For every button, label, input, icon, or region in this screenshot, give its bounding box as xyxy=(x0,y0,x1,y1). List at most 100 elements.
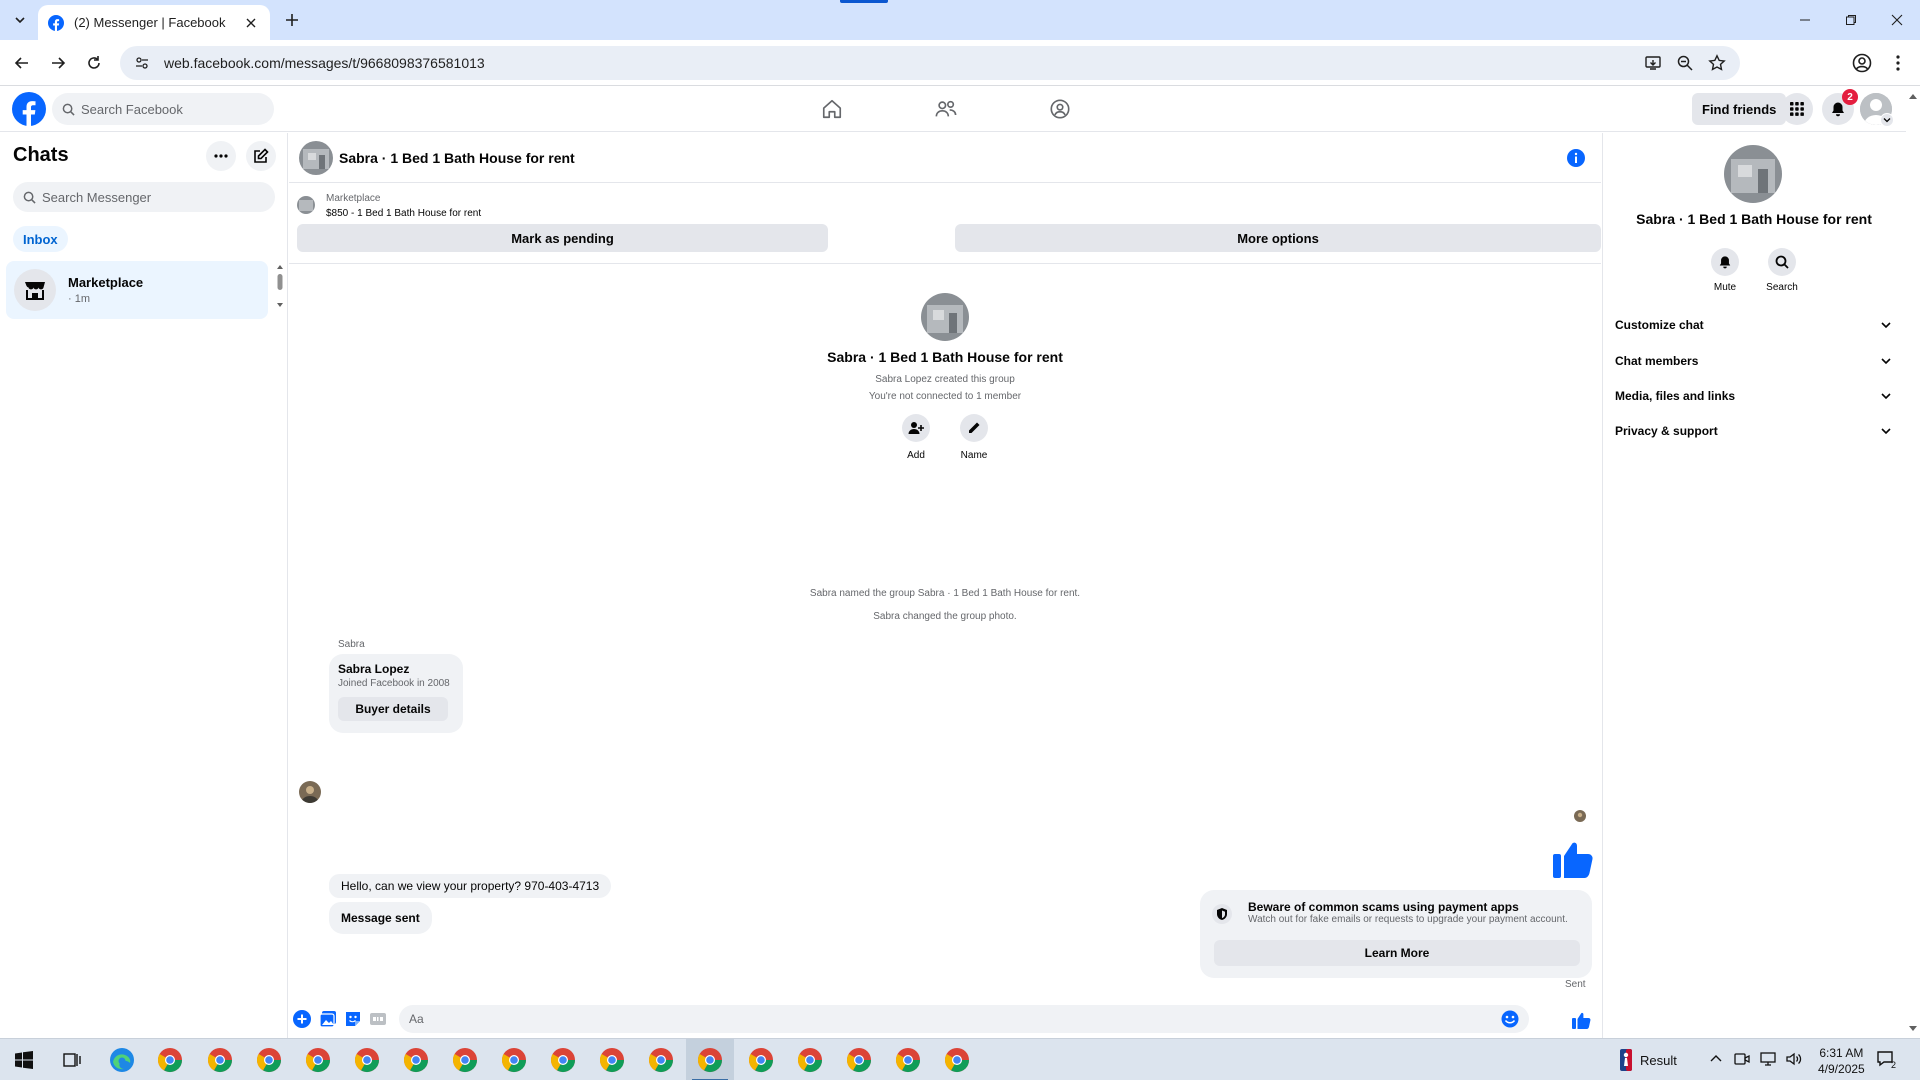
thumbs-up-like-icon[interactable] xyxy=(1551,836,1595,880)
url-text[interactable]: web.facebook.com/messages/t/966809837658… xyxy=(164,55,485,71)
chrome-profile-icon[interactable] xyxy=(737,1039,785,1080)
back-arrow-icon[interactable] xyxy=(10,51,34,75)
chrome-canary-icon[interactable] xyxy=(146,1039,194,1080)
windows-start-icon[interactable] xyxy=(0,1039,48,1080)
chrome-profile-icon[interactable] xyxy=(539,1039,587,1080)
chrome-profile-icon[interactable] xyxy=(588,1039,636,1080)
find-friends-button[interactable]: Find friends xyxy=(1692,93,1787,125)
browser-menu-kebab-icon[interactable] xyxy=(1886,51,1910,75)
name-label: Name xyxy=(960,450,988,461)
more-options-button[interactable]: More options xyxy=(955,224,1601,252)
minimize-icon[interactable] xyxy=(1782,0,1828,40)
conversation-title[interactable]: Sabra · 1 Bed 1 Bath House for rent xyxy=(339,150,575,166)
mark-as-pending-button[interactable]: Mark as pending xyxy=(297,224,828,252)
home-icon[interactable] xyxy=(818,95,846,123)
chrome-profile-icon[interactable] xyxy=(933,1039,981,1080)
attach-photo-icon[interactable] xyxy=(319,1010,337,1028)
chat-list-item[interactable]: Marketplace · 1m xyxy=(6,261,268,319)
tray-expand-chevron-up-icon[interactable] xyxy=(1708,1051,1724,1067)
edge-browser-icon[interactable] xyxy=(98,1039,146,1080)
chrome-profile-icon[interactable] xyxy=(196,1039,244,1080)
inbox-filter-tab[interactable]: Inbox xyxy=(13,226,68,252)
new-tab-plus-icon[interactable] xyxy=(282,10,302,30)
chat-name: Marketplace xyxy=(68,275,144,290)
reload-icon[interactable] xyxy=(82,51,106,75)
info-icon[interactable] xyxy=(1567,149,1585,167)
friends-icon[interactable] xyxy=(932,95,960,123)
meet-camera-icon[interactable] xyxy=(1734,1051,1750,1067)
close-window-icon[interactable] xyxy=(1874,0,1920,40)
sender-avatar[interactable] xyxy=(299,781,321,803)
chrome-profile-icon[interactable] xyxy=(245,1039,293,1080)
group-avatar[interactable] xyxy=(299,141,333,175)
send-like-thumbs-up-icon[interactable] xyxy=(1571,1010,1591,1030)
chrome-profile-icon[interactable] xyxy=(441,1039,489,1080)
learn-more-button[interactable]: Learn More xyxy=(1214,940,1580,966)
close-tab-icon[interactable] xyxy=(242,14,260,32)
message-input[interactable] xyxy=(409,1012,1469,1026)
tab-search-chevron-icon[interactable] xyxy=(8,8,32,32)
listing-thumbnail[interactable] xyxy=(297,196,315,214)
rename-group-button[interactable]: Name xyxy=(956,414,992,461)
omnibox[interactable]: web.facebook.com/messages/t/966809837658… xyxy=(120,46,1740,80)
notifications-bell-icon[interactable]: 2 xyxy=(1822,89,1858,125)
volume-speaker-icon[interactable] xyxy=(1786,1051,1802,1067)
zoom-icon[interactable] xyxy=(1676,54,1694,72)
facebook-search-box[interactable] xyxy=(52,93,274,125)
site-info-icon[interactable] xyxy=(134,55,150,71)
facebook-search-input[interactable] xyxy=(81,101,261,117)
messenger-search-box[interactable] xyxy=(13,182,275,212)
add-member-button[interactable]: Add xyxy=(898,414,934,461)
more-actions-plus-icon[interactable] xyxy=(293,1010,311,1028)
message-input-box[interactable] xyxy=(399,1005,1529,1033)
buyer-details-button[interactable]: Buyer details xyxy=(338,697,448,721)
search-conversation-button[interactable]: Search xyxy=(1757,248,1807,293)
taskbar-clock[interactable]: 6:31 AM 4/9/2025 xyxy=(1818,1045,1865,1077)
chrome-profile-icon[interactable] xyxy=(490,1039,538,1080)
pencil-icon[interactable] xyxy=(960,414,988,442)
messenger-search-input[interactable] xyxy=(42,189,262,205)
group-photo-large[interactable] xyxy=(1724,145,1782,203)
privacy-support-section[interactable]: Privacy & support xyxy=(1615,414,1897,448)
menu-grid-icon[interactable] xyxy=(1781,93,1813,125)
listing-title[interactable]: $850 - 1 Bed 1 Bath House for rent xyxy=(326,208,481,219)
message-bubble[interactable]: Message sent xyxy=(329,902,432,934)
task-view-icon[interactable] xyxy=(48,1039,96,1080)
message-bubble[interactable]: Hello, can we view your property? 970-40… xyxy=(329,874,612,898)
sidebar-scrollbar[interactable] xyxy=(274,261,286,311)
chrome-profile-icon[interactable] xyxy=(392,1039,440,1080)
profile-account-icon[interactable] xyxy=(1850,51,1874,75)
chrome-active-window-icon[interactable] xyxy=(686,1039,734,1080)
customize-chat-section[interactable]: Customize chat xyxy=(1615,308,1897,342)
chrome-profile-icon[interactable] xyxy=(835,1039,883,1080)
install-app-icon[interactable] xyxy=(1644,54,1662,72)
gif-icon[interactable] xyxy=(369,1010,387,1028)
groups-icon[interactable] xyxy=(1046,95,1074,123)
bell-icon[interactable] xyxy=(1711,248,1739,276)
network-icon[interactable] xyxy=(1760,1051,1776,1067)
media-files-links-section[interactable]: Media, files and links xyxy=(1615,379,1897,413)
browser-tab-messenger[interactable]: (2) Messenger | Facebook xyxy=(38,5,270,40)
chrome-profile-icon[interactable] xyxy=(343,1039,391,1080)
page-scrollbar[interactable] xyxy=(1906,87,1920,1038)
search-icon[interactable] xyxy=(1768,248,1796,276)
chrome-profile-icon[interactable] xyxy=(637,1039,685,1080)
add-person-icon[interactable] xyxy=(902,414,930,442)
restore-icon[interactable] xyxy=(1828,0,1874,40)
facebook-logo-icon[interactable] xyxy=(12,92,46,126)
weather-widget[interactable]: Result xyxy=(1620,1039,1677,1080)
bookmark-star-icon[interactable] xyxy=(1708,54,1726,72)
action-center-notification-icon[interactable]: 2 xyxy=(1874,1047,1900,1073)
forward-arrow-icon[interactable] xyxy=(46,51,70,75)
account-chevron-down-icon[interactable] xyxy=(1880,113,1894,127)
sticker-icon[interactable] xyxy=(344,1010,362,1028)
chrome-profile-icon[interactable] xyxy=(786,1039,834,1080)
chat-members-section[interactable]: Chat members xyxy=(1615,344,1897,378)
chrome-profile-icon[interactable] xyxy=(294,1039,342,1080)
mute-button[interactable]: Mute xyxy=(1700,248,1750,293)
emoji-icon[interactable] xyxy=(1501,1010,1519,1028)
new-message-compose-icon[interactable] xyxy=(246,141,276,171)
main-nav-tabs xyxy=(818,95,1074,123)
chrome-profile-icon[interactable] xyxy=(884,1039,932,1080)
more-options-ellipsis-icon[interactable] xyxy=(206,141,236,171)
